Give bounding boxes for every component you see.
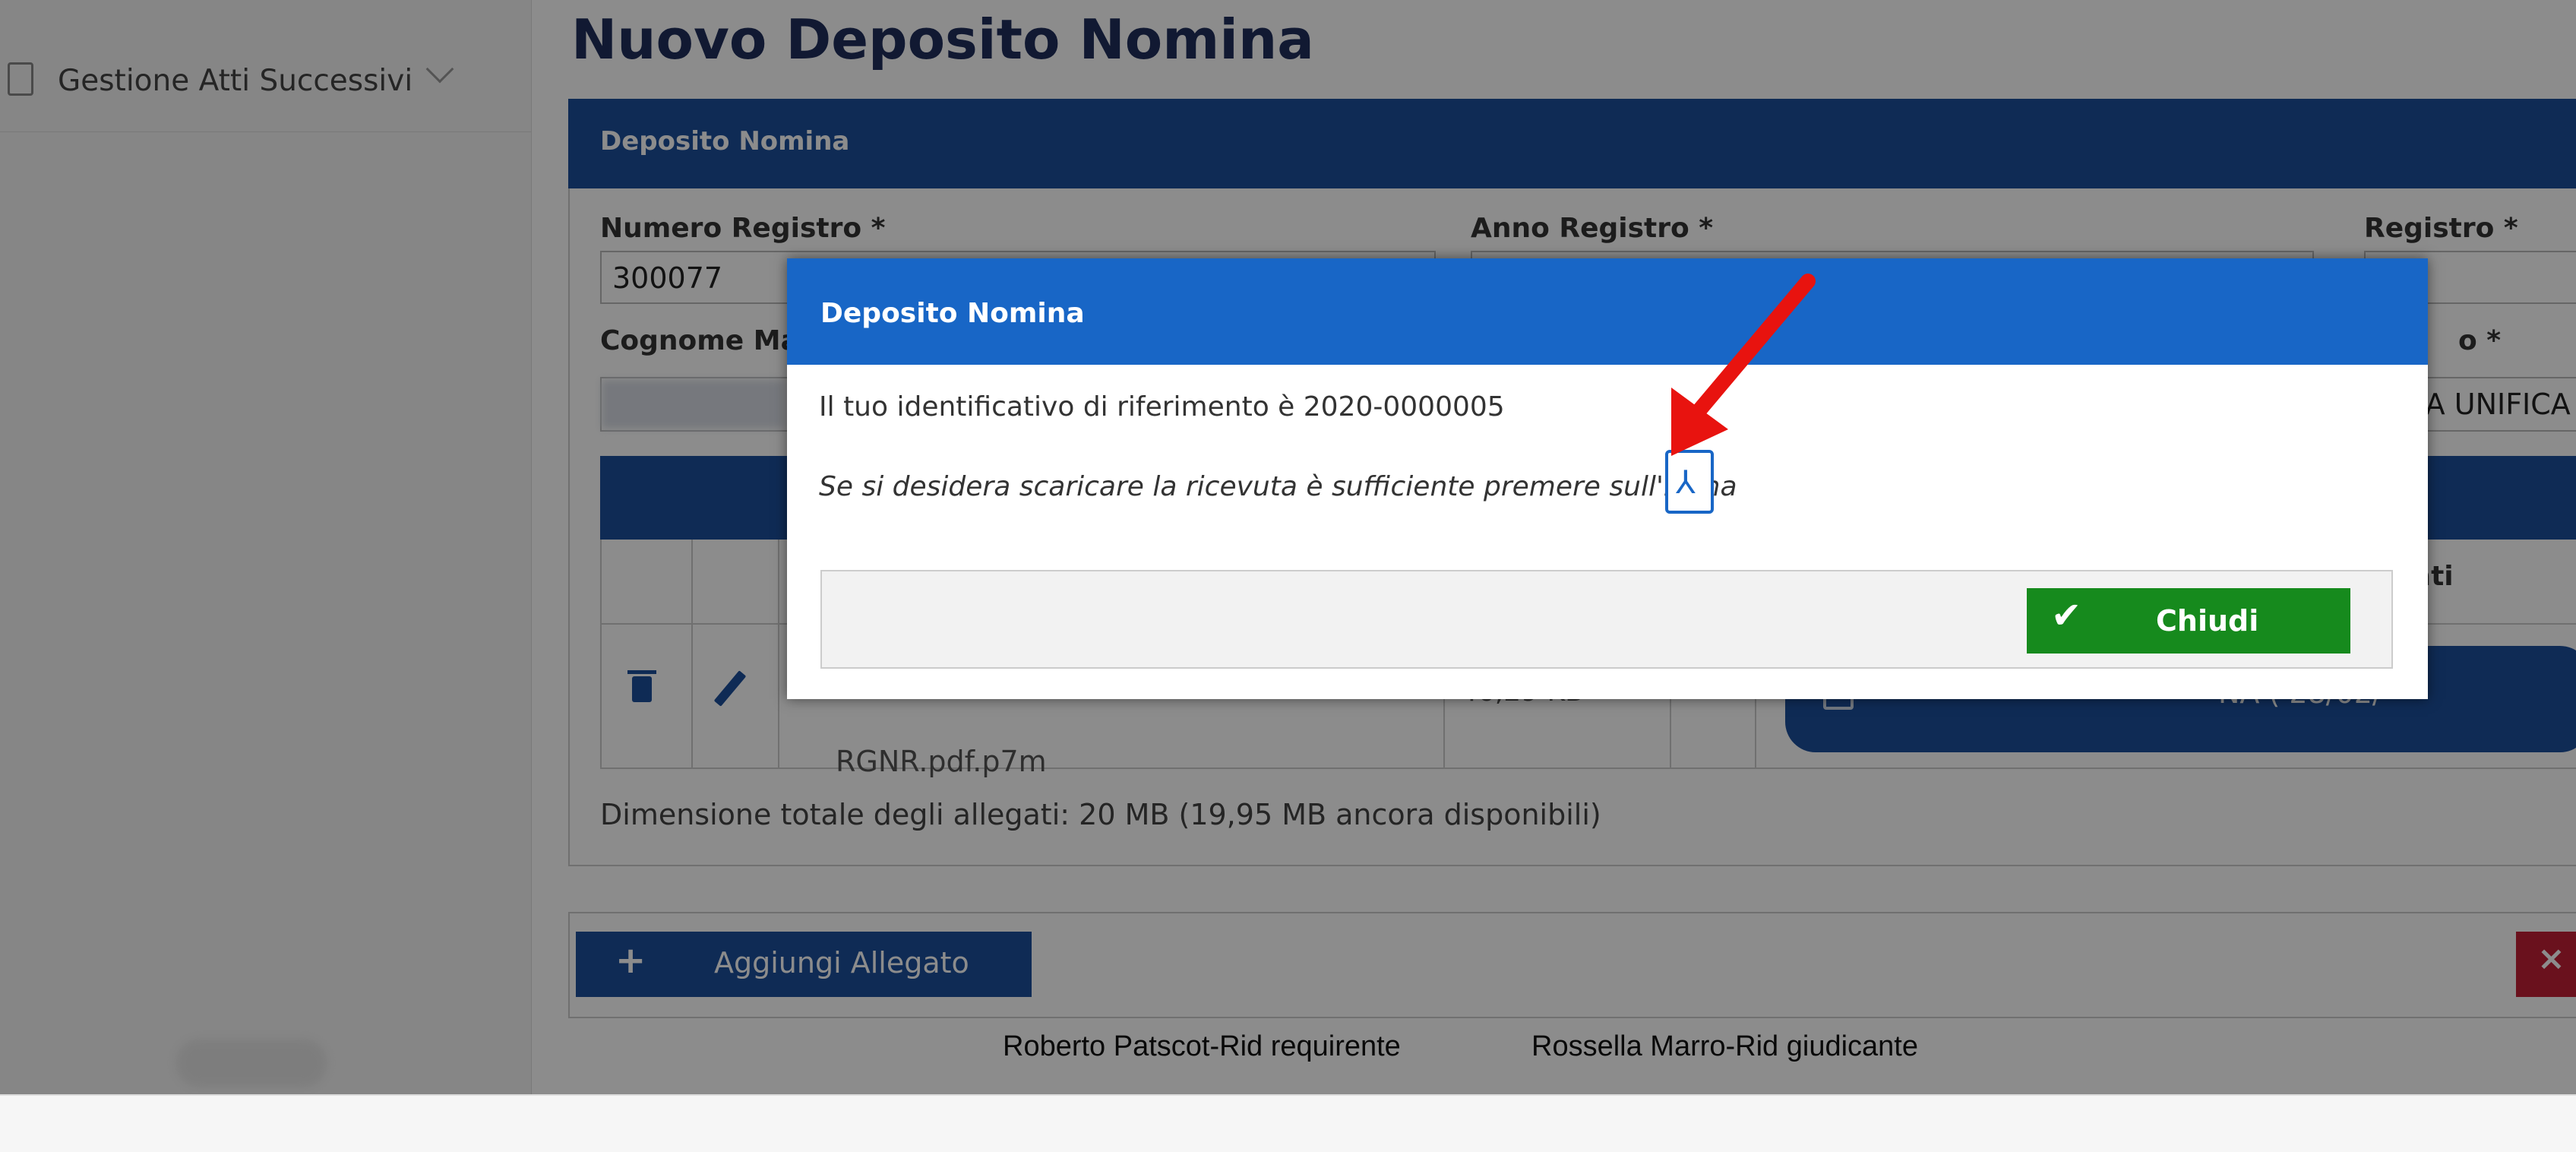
download-hint-text: Se si desidera scaricare la ricevuta è s… [819,471,1737,502]
modal-title: Deposito Nomina [820,298,1085,329]
checkmark-icon: ✔ [2051,594,2082,637]
reference-id-text: Il tuo identificativo di riferimento è 2… [819,391,1505,423]
red-arrow-annotation [1671,274,1816,456]
close-modal-label: Chiudi [2156,604,2259,638]
bottom-bar [0,1094,2576,1152]
